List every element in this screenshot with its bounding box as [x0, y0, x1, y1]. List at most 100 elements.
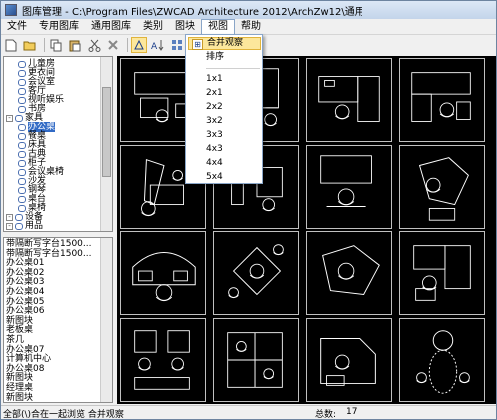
folder-icon — [18, 195, 26, 203]
furniture-drawing — [227, 331, 283, 388]
furniture-drawing — [318, 76, 380, 122]
sort-icon[interactable]: A — [150, 37, 166, 53]
list-item[interactable]: 茶几 — [6, 336, 24, 345]
list-item[interactable]: 带隔断写字台1500... — [6, 240, 92, 249]
folder-icon — [18, 150, 26, 158]
toolbar-separator — [44, 38, 45, 52]
menu-file[interactable]: 文件 — [1, 19, 33, 35]
merge-view-icon: ⊞ — [192, 39, 203, 50]
view-menu-item-label: 2x1 — [206, 88, 223, 98]
insert-icon[interactable] — [131, 37, 147, 53]
menu-block[interactable]: 图块 — [169, 19, 201, 35]
list-item[interactable]: 办公桌06 — [6, 307, 44, 316]
cut-icon[interactable] — [86, 37, 102, 53]
block-thumbnail[interactable] — [120, 317, 206, 402]
status-message: 全部(\)合在一起浏览 合并观察 — [3, 409, 124, 420]
folder-icon — [18, 177, 26, 185]
block-thumbnail[interactable] — [213, 231, 299, 315]
status-bar: 全部(\)合在一起浏览 合并观察 总数: 17 — [1, 405, 496, 420]
list-item[interactable]: 经理桌 — [6, 384, 33, 393]
view-menu-dropdown: ⊞ 合并观察排序 1x1 2x1 2x2 3x2 3x3 4x3 4x4 5x4 — [185, 34, 263, 184]
new-icon[interactable] — [3, 37, 19, 53]
tree-scrollbar[interactable] — [100, 57, 112, 231]
block-thumbnail[interactable] — [399, 144, 485, 229]
view-menu-item[interactable]: 3x3 — [188, 129, 261, 142]
block-thumbnail[interactable] — [306, 231, 392, 315]
menu-view[interactable]: 视图 — [201, 18, 235, 35]
list-scrollbar[interactable] — [100, 238, 112, 402]
view-menu-item-label: 2x2 — [206, 102, 223, 112]
open-icon[interactable] — [22, 37, 38, 53]
view-menu-item-label: 3x3 — [206, 130, 223, 140]
menu-category[interactable]: 类别 — [137, 19, 169, 35]
view-menu-item[interactable]: 3x2 — [188, 115, 261, 128]
block-thumbnail[interactable] — [399, 58, 485, 142]
tree-item[interactable]: - 用品 — [6, 221, 43, 231]
view-menu-item-label: 合并观察 — [207, 38, 244, 48]
folder-icon — [18, 78, 26, 86]
folder-icon — [18, 87, 26, 95]
toolbar-separator — [127, 38, 128, 52]
status-total: 总数: 17 — [315, 407, 368, 420]
view-menu-item[interactable]: 2x1 — [188, 87, 261, 100]
view-menu-item[interactable]: 1x1 — [188, 73, 261, 86]
list-item[interactable]: 办公桌01 — [6, 259, 44, 268]
block-thumbnail[interactable] — [306, 144, 392, 229]
view-menu-item[interactable]: 4x4 — [188, 157, 261, 170]
furniture-drawing — [411, 72, 471, 122]
window-title: 图库管理 - C:\Program Files\ZWCAD Architectu… — [22, 6, 362, 18]
folder-icon — [18, 123, 26, 131]
tree-scrollbar-thumb[interactable] — [102, 87, 111, 177]
menu-special-library[interactable]: 专用图库 — [33, 19, 85, 35]
tree-item-label: 用品 — [25, 221, 44, 231]
category-tree[interactable]: 儿童房 更衣间 会议室 客厅 视听娱乐 书房 - 家具 办公桌 餐桌 床具 古典 柜子 会议桌椅 沙发 钢琴桌… — [3, 56, 113, 232]
delete-icon[interactable] — [105, 37, 121, 53]
title-bar[interactable]: 图库管理 - C:\Program Files\ZWCAD Architectu… — [1, 1, 496, 19]
view-menu-item[interactable]: 排序 — [188, 51, 261, 64]
furniture-drawing — [322, 245, 380, 295]
view-menu-item[interactable]: 2x2 — [188, 101, 261, 114]
list-item[interactable]: 新图块 — [6, 393, 33, 402]
view-mode-icon[interactable] — [169, 37, 185, 53]
folder-icon — [18, 60, 26, 68]
paste-icon[interactable] — [67, 37, 83, 53]
block-thumbnail[interactable] — [306, 58, 392, 142]
block-thumbnail[interactable] — [399, 231, 485, 315]
view-menu-item-label: 4x4 — [206, 158, 223, 168]
menu-bar: 文件 专用图库 通用图库 类别 图块 视图 帮助 — [1, 18, 496, 35]
list-item[interactable]: 办公桌04 — [6, 288, 44, 297]
view-menu-item[interactable]: 4x3 — [188, 143, 261, 156]
view-menu-item-label: 3x2 — [206, 116, 223, 126]
list-item[interactable]: 计算机中心 — [6, 355, 51, 364]
furniture-drawing — [413, 245, 471, 301]
view-menu-item-label: 1x1 — [206, 74, 223, 84]
block-gallery[interactable] — [117, 56, 496, 404]
block-thumbnail[interactable] — [120, 231, 206, 315]
furniture-drawing — [228, 244, 284, 299]
block-thumbnail[interactable] — [399, 317, 485, 402]
folder-icon — [18, 132, 26, 140]
svg-text:A: A — [151, 42, 158, 51]
menu-general-library[interactable]: 通用图库 — [85, 19, 137, 35]
status-total-value: 17 — [346, 406, 358, 417]
folder-icon — [18, 105, 26, 113]
tree-expander-icon[interactable]: - — [6, 222, 13, 230]
menu-separator — [206, 68, 260, 69]
view-menu-item[interactable]: 5x4 — [188, 171, 261, 184]
view-menu-item-label: 4x3 — [206, 144, 223, 154]
tree-expander-icon[interactable]: - — [6, 114, 13, 122]
block-list[interactable]: 带隔断写字台1500... 带隔断写字台1500... 办公桌01 办公桌02 办公桌0… — [3, 237, 113, 403]
furniture-drawing — [320, 154, 372, 207]
tree-expander-icon[interactable]: - — [6, 213, 13, 221]
folder-icon — [15, 213, 23, 221]
view-menu-item[interactable]: ⊞ 合并观察 — [188, 37, 261, 50]
app-icon — [5, 4, 17, 16]
folder-icon — [18, 159, 26, 167]
menu-help[interactable]: 帮助 — [235, 19, 267, 35]
furniture-drawing — [132, 252, 196, 302]
folder-icon — [15, 114, 23, 122]
block-thumbnail[interactable] — [306, 317, 392, 402]
block-thumbnail[interactable] — [213, 317, 299, 402]
copy-icon[interactable] — [48, 37, 64, 53]
view-menu-item-label: 排序 — [206, 52, 225, 62]
